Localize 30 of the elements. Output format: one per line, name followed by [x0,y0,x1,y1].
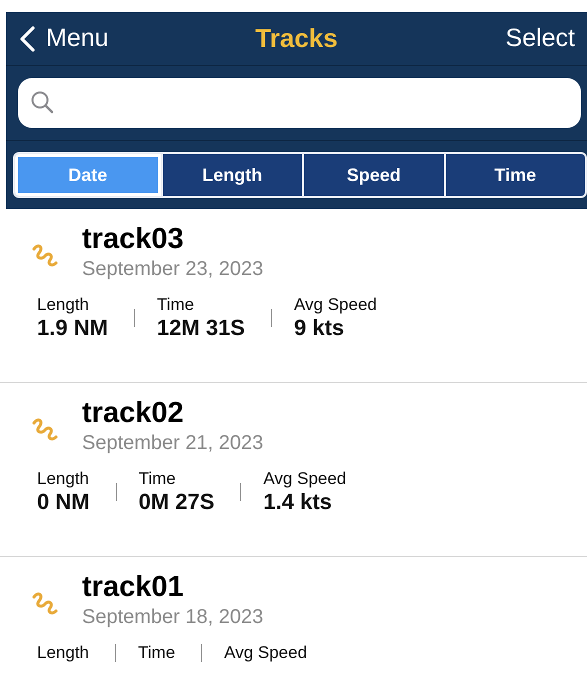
stat-label: Avg Speed [294,295,377,315]
sort-tab[interactable]: Length [162,154,302,196]
sort-tab[interactable]: Time [446,154,585,196]
track-name[interactable]: track02 [82,397,264,430]
stat-label: Length [37,469,90,489]
stat-label: Time [138,643,176,663]
stat-value: 1.4 kts [263,489,333,515]
stat-label: Length [37,295,90,315]
select-button[interactable]: Select [506,24,575,53]
stat-value: 0M 27S [138,489,214,515]
track-date: September 23, 2023 [82,258,264,281]
stat-label: Time [156,295,196,315]
track-date: September 18, 2023 [82,606,264,629]
sort-tab[interactable]: Speed [304,154,444,196]
track-name[interactable]: track03 [82,223,264,256]
track-name[interactable]: track01 [82,571,264,604]
stat-label: Length [37,643,89,663]
stat-value: 1.9 NM [37,315,108,341]
stat-value: 0 NM [37,489,90,515]
stat-value: 9 kts [294,315,346,341]
chevron-left-icon [18,24,36,52]
stat-value: 12M 31S [156,315,245,341]
stat-label: Time [138,469,177,489]
back-button[interactable]: Menu [18,24,109,53]
track-date: September 21, 2023 [82,432,264,455]
search-icon [30,90,56,116]
stat-label: Avg Speed [224,643,308,663]
search-field[interactable] [18,78,581,128]
screen-title: Tracks [255,23,338,54]
stat-label: Avg Speed [263,469,346,489]
